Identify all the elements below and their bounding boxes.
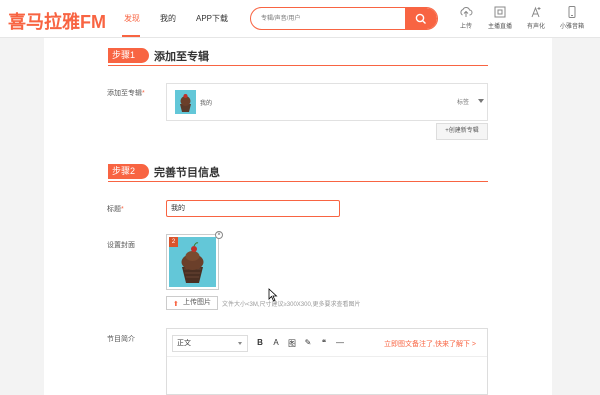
editor-promo-link[interactable]: 立即图文备注了,快来了解下 >: [384, 339, 476, 349]
album-name: 我的: [200, 101, 213, 107]
album-field-label: 添加至专辑*: [107, 88, 145, 98]
album-field-label-text: 添加至专辑: [107, 90, 142, 97]
step1-badge: 步骤1: [108, 48, 149, 63]
editor-toolbar: 正文 B A 图 ✎ ❝ — 立即图文备注了,快来了解下 >: [167, 329, 487, 357]
mouse-cursor-icon: [268, 288, 278, 302]
upload-arrow-icon: ⬆: [173, 301, 179, 308]
upload-image-label: 上传图片: [183, 299, 211, 306]
required-mark: *: [142, 90, 145, 97]
step1-title: 添加至专辑: [154, 51, 209, 63]
image-button[interactable]: 图: [287, 338, 297, 349]
tool-audio[interactable]: 有声化: [521, 5, 551, 30]
step2-title: 完善节目信息: [154, 167, 220, 179]
cover-number-badge: 2: [169, 237, 178, 247]
tool-speaker[interactable]: 小雅音箱: [557, 5, 587, 30]
logo[interactable]: 喜马拉雅FM: [8, 8, 106, 34]
album-cover-thumbnail: [175, 90, 196, 114]
tool-audio-label: 有声化: [526, 24, 545, 30]
phone-icon: [568, 6, 576, 18]
text-color-button[interactable]: A: [271, 338, 281, 347]
step1-header: 步骤1 添加至专辑: [108, 46, 488, 66]
close-icon[interactable]: ×: [215, 231, 223, 239]
album-select[interactable]: 我的 标签: [166, 83, 488, 121]
tool-live[interactable]: 主播直播: [485, 5, 515, 30]
tool-upload-label: 上传: [459, 24, 472, 30]
step2-badge: 步骤2: [108, 164, 149, 179]
nav-active-indicator: [122, 35, 140, 37]
cupcake-image: [175, 90, 196, 114]
step2-header: 步骤2 完善节目信息: [108, 162, 488, 182]
upload-icon: [460, 7, 473, 17]
required-mark: *: [121, 206, 124, 213]
title-field-label: 标题*: [107, 204, 124, 214]
search-bar: [250, 7, 438, 30]
chevron-down-icon[interactable]: [478, 99, 484, 103]
format-select[interactable]: 正文: [172, 335, 248, 352]
format-select-value: 正文: [177, 340, 191, 347]
bold-button[interactable]: B: [255, 338, 265, 347]
search-button[interactable]: [405, 8, 437, 29]
tool-upload[interactable]: 上传: [451, 5, 481, 30]
top-bar: 喜马拉雅FM 发现 我的 APP下载 上传 主播直播 有声化 小雅音箱: [0, 0, 600, 38]
intro-editor[interactable]: 正文 B A 图 ✎ ❝ — 立即图文备注了,快来了解下 >: [166, 328, 488, 395]
nav-app-download[interactable]: APP下载: [196, 13, 228, 24]
live-icon: [494, 6, 506, 18]
edit-button[interactable]: ✎: [303, 338, 313, 347]
nav-mine[interactable]: 我的: [160, 13, 176, 24]
nav-discover[interactable]: 发现: [124, 13, 140, 24]
tool-speaker-label: 小雅音箱: [559, 24, 584, 30]
upload-hint: 文件大小<3M,尺寸建议≥300X300,更多要求查看图片: [222, 302, 361, 308]
intro-field-label: 节目简介: [107, 336, 135, 343]
divider-button[interactable]: —: [335, 338, 345, 347]
cover-field-label: 设置封面: [107, 242, 135, 249]
album-tag: 标签: [457, 100, 470, 106]
search-input[interactable]: [261, 12, 401, 26]
cover-preview: 2: [166, 234, 219, 290]
search-icon: [415, 13, 426, 24]
chevron-down-icon: [238, 342, 242, 345]
quote-button[interactable]: ❝: [319, 338, 329, 347]
upload-image-button[interactable]: ⬆ 上传图片: [166, 296, 218, 310]
tool-live-label: 主播直播: [487, 24, 512, 30]
title-field-label-text: 标题: [107, 206, 121, 213]
audio-icon: [531, 6, 541, 18]
title-input[interactable]: 我的: [166, 200, 340, 217]
create-album-button[interactable]: +创建新专辑: [436, 123, 488, 140]
